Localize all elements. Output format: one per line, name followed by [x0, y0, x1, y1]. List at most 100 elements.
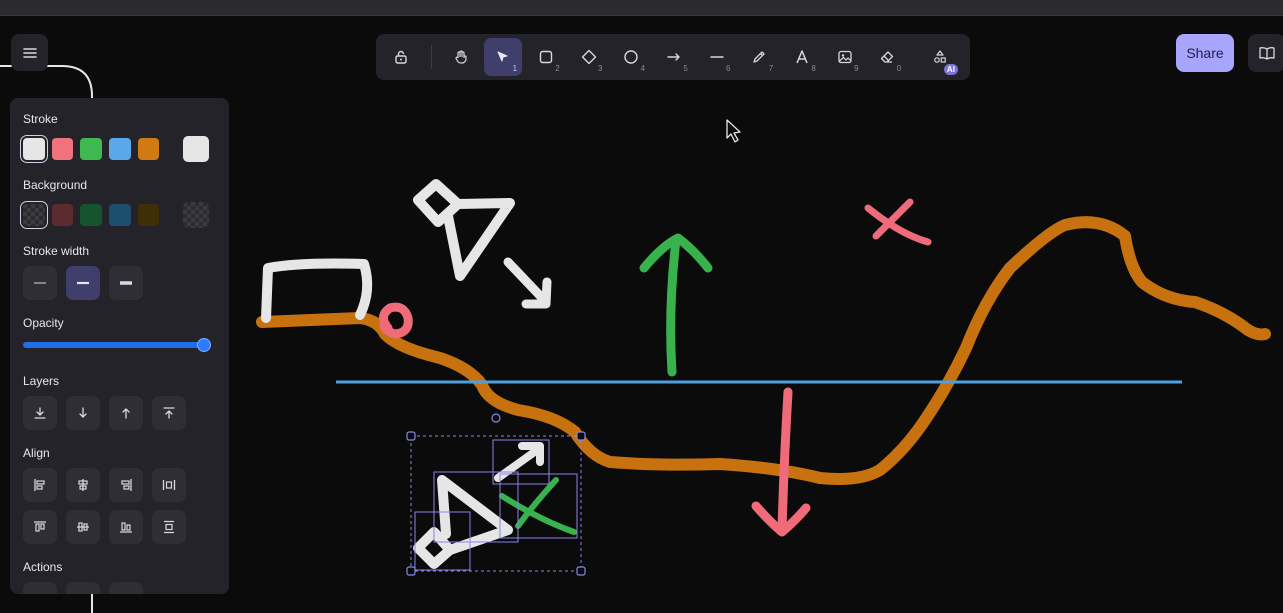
white-telescope-sketch[interactable]: [413, 179, 515, 281]
tool-shortcut-key: 3: [597, 64, 603, 73]
stroke-swatch-blue[interactable]: [109, 138, 131, 160]
send-backward-button[interactable]: [66, 396, 100, 430]
align-left-button[interactable]: [23, 468, 57, 502]
tool-more-shapes[interactable]: AI: [921, 38, 959, 76]
tool-rectangle[interactable]: 2: [527, 38, 565, 76]
stroke-label: Stroke: [23, 112, 58, 126]
pink-x-mark[interactable]: [864, 198, 932, 246]
tool-selection[interactable]: 1: [484, 38, 523, 76]
action-button-2[interactable]: [66, 582, 100, 594]
bring-to-front-icon: [163, 407, 175, 419]
selected-green-x-copy[interactable]: [499, 477, 577, 535]
stroke-width-thin-button[interactable]: [23, 266, 57, 300]
bring-to-front-button[interactable]: [152, 396, 186, 430]
background-swatch-orange[interactable]: [137, 204, 160, 226]
selection-bounding-box: [410, 435, 582, 572]
rotate-handle[interactable]: [491, 413, 501, 423]
stroke-width-bold-button[interactable]: [66, 266, 100, 300]
ellipse-icon: [624, 50, 638, 64]
tool-lock[interactable]: [382, 38, 420, 76]
align-center-vertical-button[interactable]: [66, 510, 100, 544]
mouse-cursor-icon: [726, 119, 741, 143]
hand-icon: [454, 50, 467, 64]
tool-line[interactable]: 6: [698, 38, 736, 76]
rectangle-icon: [539, 50, 553, 64]
tool-shortcut-key: 8: [811, 64, 816, 73]
stroke-current-color-picker[interactable]: [183, 136, 209, 162]
tool-text[interactable]: 8: [783, 38, 821, 76]
action-button-1[interactable]: [23, 582, 57, 594]
opacity-slider[interactable]: [23, 338, 211, 352]
eraser-icon: [881, 51, 894, 63]
main-menu-button[interactable]: [11, 34, 48, 71]
align-bottom-icon: [120, 522, 132, 533]
extra-bold-line-icon: [120, 281, 132, 285]
tool-shortcut-key: 5: [683, 64, 688, 73]
stroke-swatch-white[interactable]: [20, 135, 48, 163]
opacity-slider-thumb[interactable]: [197, 338, 211, 352]
background-current-color-picker[interactable]: [183, 202, 209, 228]
distribute-horizontal-icon: [162, 480, 176, 490]
selected-telescope-copy[interactable]: [413, 475, 513, 569]
resize-handle-se[interactable]: [576, 566, 586, 576]
layers-row: [23, 396, 216, 430]
background-swatch-blue[interactable]: [109, 204, 131, 226]
send-to-back-icon: [34, 407, 46, 419]
properties-panel: Stroke Background Stroke width Opacity L…: [10, 98, 229, 594]
distribute-vertical-button[interactable]: [152, 510, 186, 544]
arrow-up-icon: [122, 408, 130, 419]
selected-shape-group[interactable]: [406, 413, 586, 576]
green-up-arrow[interactable]: [639, 233, 713, 377]
tool-diamond[interactable]: 3: [570, 38, 608, 76]
unlock-icon: [395, 50, 407, 64]
background-swatch-transparent[interactable]: [20, 201, 48, 229]
stroke-swatch-red[interactable]: [51, 138, 74, 160]
diamond-icon: [581, 49, 596, 65]
align-center-horizontal-button[interactable]: [66, 468, 100, 502]
selected-white-arrow-copy[interactable]: [494, 442, 544, 482]
align-right-icon: [121, 479, 132, 491]
arrow-down-icon: [79, 407, 87, 418]
image-icon: [838, 50, 852, 64]
resize-handle-sw[interactable]: [406, 566, 416, 576]
bring-forward-button[interactable]: [109, 396, 143, 430]
stroke-width-extra-bold-button[interactable]: [109, 266, 143, 300]
tool-shortcut-key: 0: [896, 64, 902, 73]
pink-loop[interactable]: [379, 302, 413, 339]
tool-eraser[interactable]: 0: [869, 38, 907, 76]
align-top-icon: [34, 521, 46, 532]
library-button[interactable]: [1248, 34, 1283, 72]
white-box-sketch[interactable]: [261, 258, 373, 323]
background-label: Background: [23, 178, 88, 192]
actions-row: [23, 582, 216, 594]
distribute-vertical-icon: [164, 520, 174, 534]
arrow-right-icon: [667, 53, 680, 61]
resize-handle-nw[interactable]: [406, 431, 416, 441]
bold-line-icon: [77, 281, 89, 285]
pointer-arrow-icon: [497, 51, 508, 62]
tool-shortcut-key: 2: [555, 64, 560, 73]
align-row-vertical: [23, 510, 216, 544]
align-top-button[interactable]: [23, 510, 57, 544]
tool-arrow[interactable]: 5: [655, 38, 693, 76]
background-swatch-red[interactable]: [51, 204, 74, 226]
stroke-swatch-green[interactable]: [80, 138, 103, 160]
send-to-back-button[interactable]: [23, 396, 57, 430]
background-swatch-green[interactable]: [80, 204, 103, 226]
tool-hand[interactable]: [442, 38, 480, 76]
align-left-icon: [34, 479, 45, 491]
ai-badge: AI: [943, 64, 958, 75]
layers-label: Layers: [23, 374, 60, 388]
resize-handle-ne[interactable]: [576, 431, 586, 441]
stroke-swatch-orange[interactable]: [137, 138, 160, 160]
tool-draw[interactable]: 7: [740, 38, 778, 76]
action-button-3[interactable]: [109, 582, 143, 594]
share-button[interactable]: Share: [1176, 34, 1234, 72]
tool-ellipse[interactable]: 4: [612, 38, 650, 76]
align-bottom-button[interactable]: [109, 510, 143, 544]
tool-image[interactable]: 9: [826, 38, 864, 76]
distribute-horizontal-button[interactable]: [152, 468, 186, 502]
align-label: Align: [23, 446, 50, 460]
white-diagonal-arrow[interactable]: [503, 257, 552, 309]
align-right-button[interactable]: [109, 468, 143, 502]
